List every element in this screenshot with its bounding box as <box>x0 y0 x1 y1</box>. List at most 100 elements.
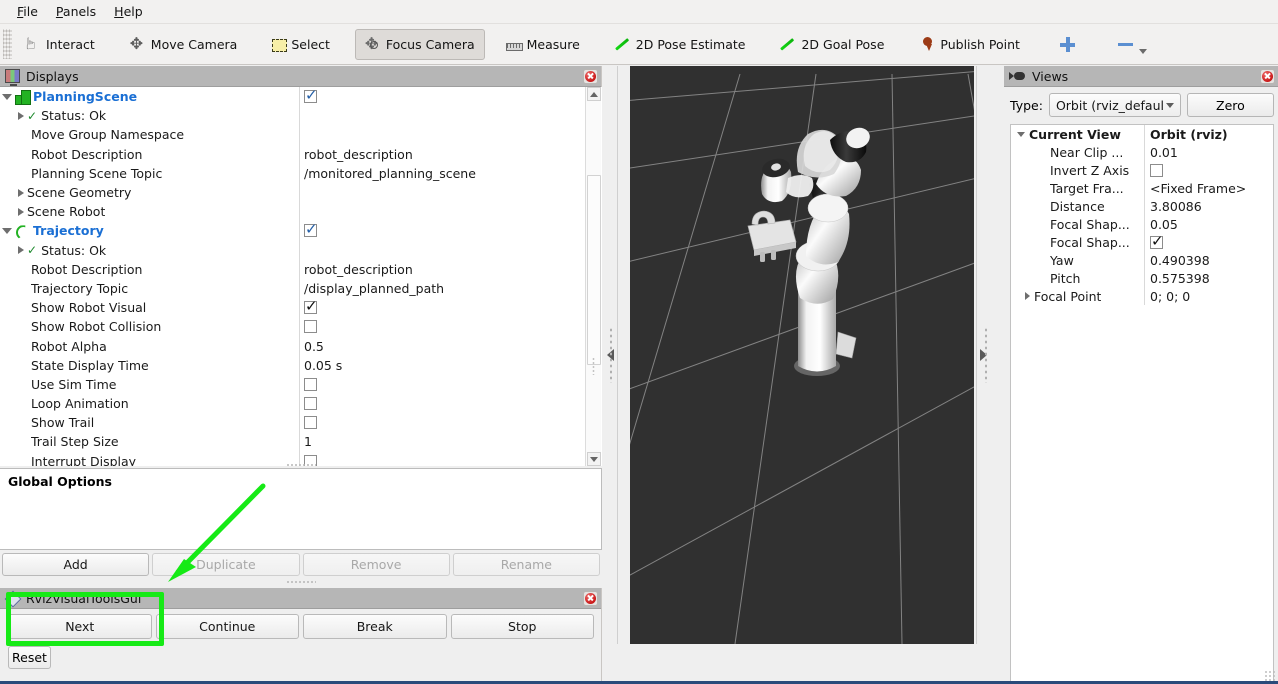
right-panel-collapse-handle[interactable] <box>976 66 990 644</box>
tool-select[interactable]: Select <box>262 29 340 60</box>
view-property-value[interactable]: 0.490398 <box>1145 251 1273 269</box>
display-property-row[interactable]: ✓ Status: Ok <box>0 106 602 126</box>
view-property-value[interactable]: 0.01 <box>1145 143 1273 161</box>
view-property-value[interactable] <box>1145 233 1273 251</box>
display-property-value[interactable] <box>300 413 602 432</box>
global-options-box[interactable]: Global Options <box>0 468 602 550</box>
display-property-value[interactable] <box>300 106 602 125</box>
display-property-value[interactable] <box>300 317 602 336</box>
chevron-right-icon[interactable] <box>18 207 24 216</box>
display-property-value[interactable]: 1 <box>300 432 602 451</box>
view-property-row[interactable]: Yaw 0.490398 <box>1011 251 1273 269</box>
3d-render-viewport[interactable] <box>630 66 974 644</box>
display-property-value[interactable]: 0.5 <box>300 336 602 355</box>
display-property-row[interactable]: Robot Description robot_description <box>0 259 602 279</box>
break-button[interactable]: Break <box>303 614 447 639</box>
next-button[interactable]: Next <box>8 614 152 639</box>
stop-button[interactable]: Stop <box>450 614 594 639</box>
chevron-right-icon[interactable] <box>18 111 24 120</box>
tool-interact[interactable]: Interact <box>15 29 105 60</box>
tool-remove[interactable] <box>1107 29 1157 60</box>
menu-item-panels[interactable]: Panels <box>47 1 105 22</box>
display-enable-checkbox[interactable] <box>304 377 317 391</box>
reset-button[interactable]: Reset <box>8 646 51 669</box>
chevron-down-icon[interactable] <box>2 227 12 234</box>
display-property-row[interactable]: Robot Description robot_description <box>0 144 602 164</box>
display-property-value[interactable] <box>300 202 602 221</box>
views-close-button[interactable] <box>1260 68 1275 84</box>
chevron-right-icon[interactable] <box>1025 292 1030 300</box>
chevron-right-icon[interactable] <box>18 246 24 255</box>
display-enable-checkbox[interactable] <box>304 221 318 238</box>
display-enable-checkbox[interactable] <box>304 416 317 430</box>
view-property-checkbox[interactable] <box>1150 163 1163 177</box>
display-property-row[interactable]: Planning Scene Topic/monitored_planning_… <box>0 163 602 183</box>
view-property-value[interactable]: 0.05 <box>1145 215 1273 233</box>
display-enable-checkbox[interactable] <box>304 298 318 315</box>
display-property-value[interactable]: robot_description <box>300 145 602 164</box>
display-property-row[interactable]: Robot Alpha 0.5 <box>0 336 602 356</box>
display-property-value[interactable]: robot_description <box>300 260 602 279</box>
menu-item-help[interactable]: Help <box>105 1 152 22</box>
display-property-row[interactable]: Show Robot Visual <box>0 298 602 318</box>
tool-2d-pose-estimate[interactable]: 2D Pose Estimate <box>605 29 756 60</box>
display-property-value[interactable]: /display_planned_path <box>300 279 602 298</box>
view-property-row[interactable]: Focal Shap... 0.05 <box>1011 215 1273 233</box>
view-property-value[interactable]: 0; 0; 0 <box>1145 287 1273 305</box>
view-property-row[interactable]: Distance 3.80086 <box>1011 197 1273 215</box>
view-property-value[interactable]: Orbit (rviz) <box>1145 125 1273 143</box>
chevron-down-icon[interactable] <box>1138 48 1147 54</box>
view-property-checkbox[interactable] <box>1150 233 1164 250</box>
view-property-row[interactable]: Current View Orbit (rviz) <box>1011 125 1273 143</box>
left-panel-collapse-handle[interactable] <box>604 66 618 644</box>
view-property-value[interactable] <box>1145 161 1273 179</box>
display-property-row[interactable]: PlanningScene <box>0 87 602 107</box>
display-property-value[interactable] <box>300 87 602 106</box>
view-property-row[interactable]: Invert Z Axis <box>1011 161 1273 179</box>
tool-2d-goal-pose[interactable]: 2D Goal Pose <box>770 29 894 60</box>
display-enable-checkbox[interactable] <box>304 320 317 334</box>
scrollbar-thumb[interactable] <box>587 175 601 365</box>
displays-close-button[interactable] <box>583 68 598 84</box>
display-property-row[interactable]: Show Robot Collision <box>0 317 602 337</box>
display-property-value[interactable] <box>300 394 602 413</box>
display-property-row[interactable]: State Display Time 0.05 s <box>0 355 602 375</box>
display-property-value[interactable] <box>300 241 602 260</box>
view-type-select[interactable]: Orbit (rviz_defaul <box>1048 93 1181 117</box>
continue-button[interactable]: Continue <box>155 614 299 639</box>
displays-scrollbar[interactable] <box>585 87 601 466</box>
chevron-down-icon[interactable] <box>2 93 12 100</box>
tool-add[interactable] <box>1049 29 1086 60</box>
view-property-row[interactable]: Near Clip ... 0.01 <box>1011 143 1273 161</box>
view-property-value[interactable]: <Fixed Frame> <box>1145 179 1273 197</box>
display-property-value[interactable] <box>300 375 602 394</box>
display-enable-checkbox[interactable] <box>304 397 317 411</box>
view-property-row[interactable]: Focal Point 0; 0; 0 <box>1011 287 1273 305</box>
display-property-value[interactable] <box>300 125 602 144</box>
display-property-row[interactable]: Trajectory <box>0 221 602 241</box>
panel-splitter[interactable] <box>286 580 316 585</box>
zero-button[interactable]: Zero <box>1186 93 1274 117</box>
tool-focus-camera[interactable]: Focus Camera <box>354 28 485 60</box>
tool-measure[interactable]: Measure <box>496 29 590 60</box>
scroll-down-icon[interactable] <box>587 452 601 466</box>
scroll-up-icon[interactable] <box>587 87 601 101</box>
chevron-right-icon[interactable] <box>18 188 24 197</box>
display-property-row[interactable]: Trail Step Size 1 <box>0 432 602 452</box>
chevron-down-icon[interactable] <box>1017 131 1025 137</box>
display-property-row[interactable]: Show Trail <box>0 413 602 433</box>
display-property-row[interactable]: Scene Robot <box>0 202 602 222</box>
views-property-tree[interactable]: Current View Orbit (rviz) Near Clip ... 0.0… <box>1010 124 1274 684</box>
menu-item-file[interactable]: File <box>8 1 47 22</box>
display-property-value[interactable] <box>300 298 602 317</box>
view-property-row[interactable]: Pitch 0.575398 <box>1011 269 1273 287</box>
displays-tree[interactable]: PlanningScene✓Status: OkMove Group Names… <box>0 87 602 466</box>
display-enable-checkbox[interactable] <box>304 87 318 104</box>
display-property-row[interactable]: Loop Animation <box>0 394 602 414</box>
add-display-button[interactable]: Add <box>2 553 150 576</box>
display-property-value[interactable]: /monitored_planning_scene <box>300 164 602 183</box>
display-property-row[interactable]: ✓ Status: Ok <box>0 240 602 260</box>
display-property-value[interactable] <box>300 221 602 240</box>
toolbar-drag-grip[interactable] <box>3 29 12 59</box>
display-property-row[interactable]: Trajectory Topic/display_planned_path <box>0 278 602 299</box>
